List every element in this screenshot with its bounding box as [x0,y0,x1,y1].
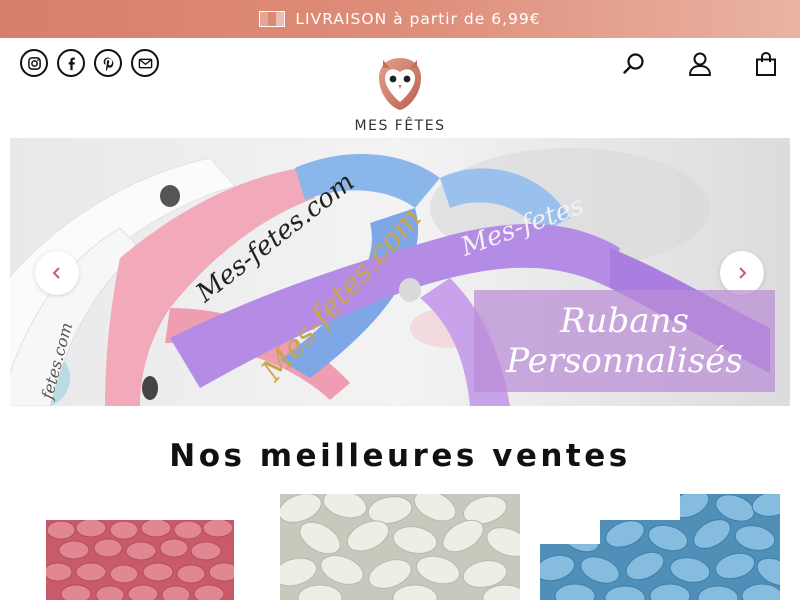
facebook-icon[interactable] [57,49,85,77]
product-image [540,494,780,600]
cart-icon[interactable] [752,50,780,78]
announcement-text: LIVRAISON à partir de 6,99€ [295,10,541,28]
social-links [20,49,159,77]
header-actions [620,50,780,78]
instagram-icon[interactable] [20,49,48,77]
hero-caption[interactable]: Rubans Personnalisés [474,290,775,392]
product-card-blue[interactable] [540,494,780,600]
slider-prev-button[interactable] [35,251,79,295]
chevron-right-icon [739,267,747,279]
product-image [280,494,520,600]
product-card-white[interactable] [280,494,520,600]
slider-next-button[interactable] [720,251,764,295]
chevron-left-icon [52,267,60,279]
product-image [46,520,234,600]
flag-icon [259,11,286,27]
hero-caption-line1: Rubans [560,301,689,341]
site-logo[interactable]: MES FÊTES [300,54,500,138]
search-icon[interactable] [620,50,648,78]
hero-slider: Mes-fetes.com Mes-fetes.com Mes-fetes fe… [10,138,790,406]
pinterest-icon[interactable] [94,49,122,77]
product-card-pink[interactable] [46,520,234,600]
site-header: MES FÊTES [0,38,800,138]
hero-caption-line2: Personnalisés [506,341,743,381]
owl-icon [379,58,421,110]
account-icon[interactable] [686,50,714,78]
announcement-bar: LIVRAISON à partir de 6,99€ [0,0,800,38]
bestsellers-title: Nos meilleures ventes [169,438,631,474]
brand-name: MES FÊTES [354,118,446,134]
mail-icon[interactable] [131,49,159,77]
